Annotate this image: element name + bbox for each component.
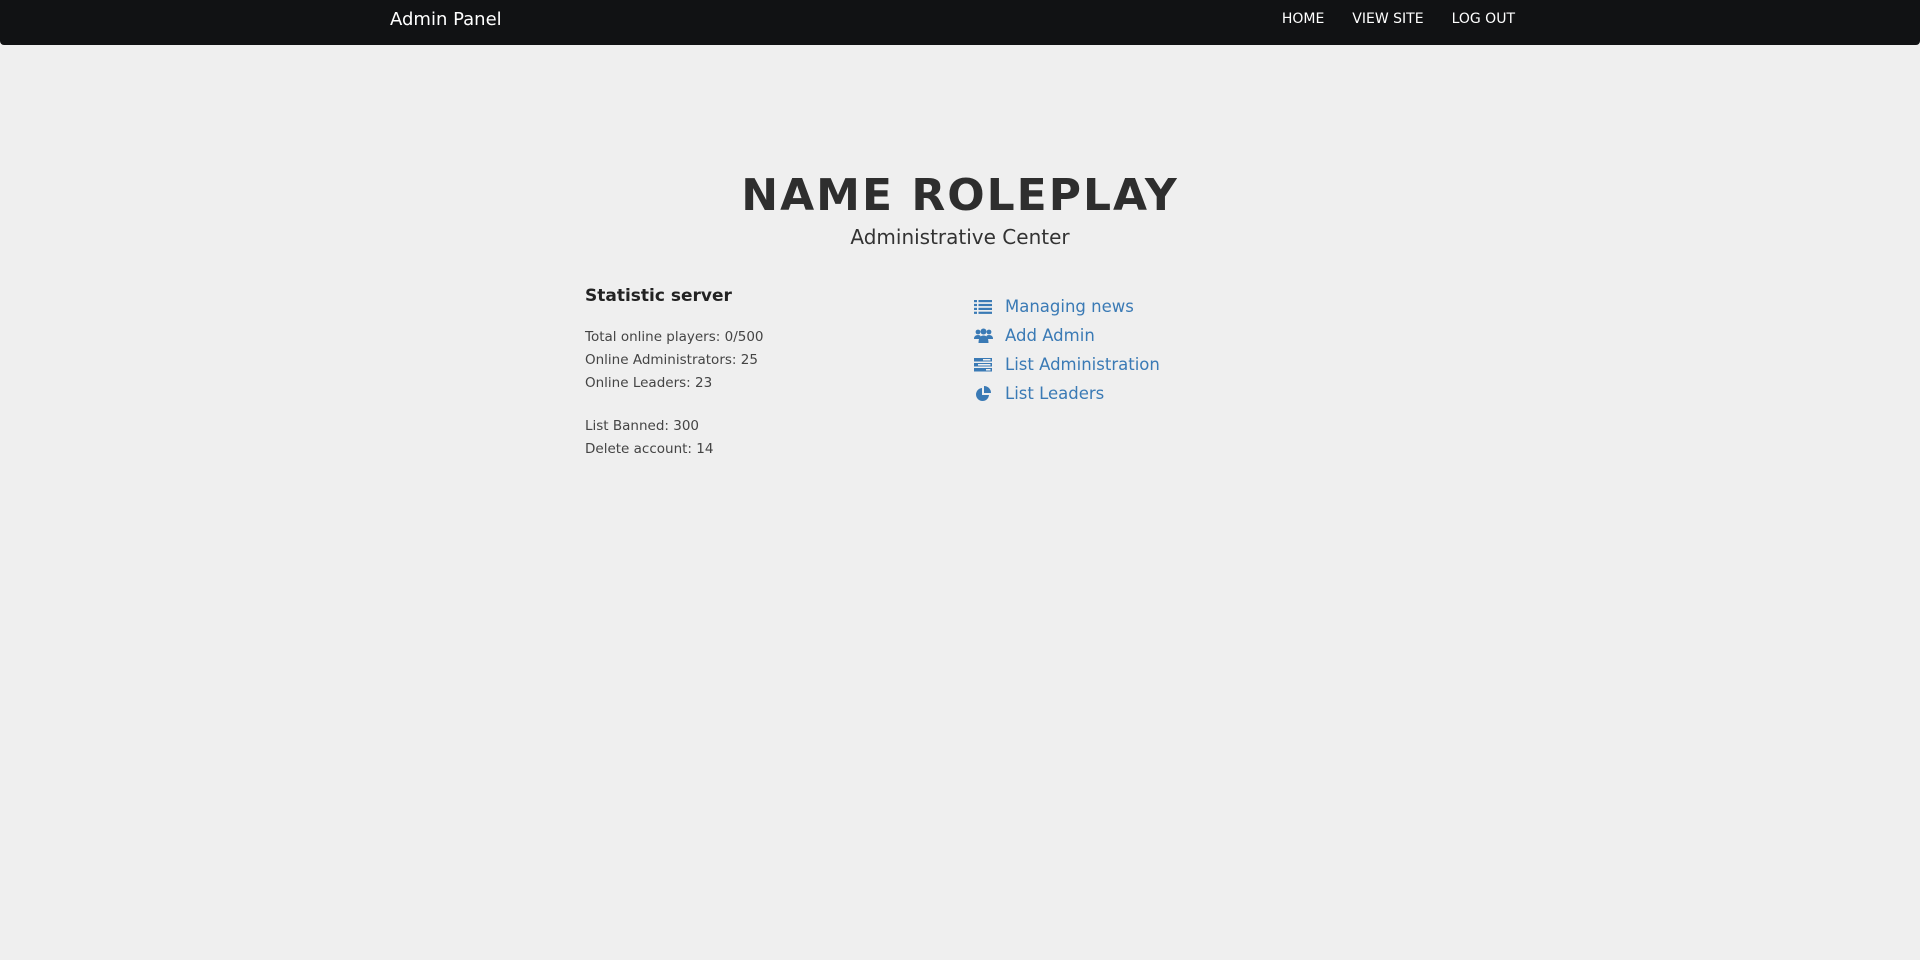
stat-delete-account: Delete account: 14	[585, 441, 714, 457]
action-item-add-admin: Add Admin	[973, 321, 1160, 350]
list-administration-link[interactable]: List Administration	[1005, 355, 1160, 374]
brand-link[interactable]: Admin Panel	[390, 0, 502, 40]
nav-item-log-out: LOG OUT	[1438, 0, 1515, 38]
list-icon	[973, 299, 993, 315]
site-subtitle: Administrative Center	[850, 225, 1070, 249]
stat-list-banned: List Banned: 300	[585, 418, 700, 434]
site-title: Name Roleplay	[741, 170, 1179, 221]
add-admin-link[interactable]: Add Admin	[1005, 326, 1095, 345]
server-statistics: Statistic server Total online players: 0…	[585, 284, 945, 461]
top-navbar: Admin Panel HOME VIEW SITE LOG OUT	[0, 0, 1920, 45]
nav-menu: HOME VIEW SITE LOG OUT	[1268, 0, 1515, 38]
tasks-icon	[973, 357, 993, 373]
statistics-heading: Statistic server	[585, 286, 732, 306]
users-icon	[973, 328, 993, 344]
stat-online-leaders: Online Leaders: 23	[585, 375, 713, 391]
nav-link-log-out[interactable]: LOG OUT	[1438, 0, 1515, 38]
nav-item-view-site: VIEW SITE	[1338, 0, 1437, 38]
list-leaders-link[interactable]: List Leaders	[1005, 384, 1104, 403]
nav-item-home: HOME	[1268, 0, 1338, 38]
stat-spacer	[585, 395, 945, 415]
action-item-list-leaders: List Leaders	[973, 379, 1160, 408]
admin-actions-list: Managing news Add Admin List Administrat…	[973, 292, 1160, 408]
stat-online-administrators: Online Administrators: 25	[585, 352, 758, 368]
nav-link-view-site[interactable]: VIEW SITE	[1338, 0, 1437, 38]
managing-news-link[interactable]: Managing news	[1005, 297, 1134, 316]
pie-chart-icon	[973, 385, 993, 402]
action-item-list-administration: List Administration	[973, 350, 1160, 379]
nav-link-home[interactable]: HOME	[1268, 0, 1338, 38]
page-header: Name Roleplay Administrative Center	[0, 168, 1920, 250]
action-item-managing-news: Managing news	[973, 292, 1160, 321]
stat-total-online-players: Total online players: 0/500	[585, 329, 764, 345]
